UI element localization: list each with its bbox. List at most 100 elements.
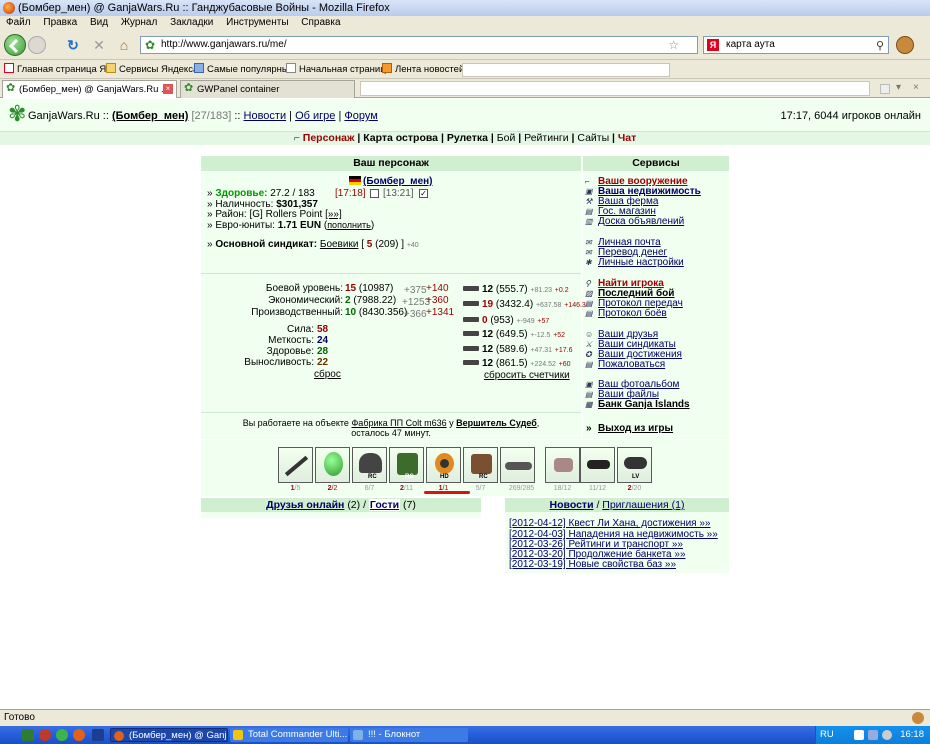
news-tab-link[interactable]: Новости xyxy=(550,499,594,511)
service-battle-log[interactable]: ▤ Протокол боёв xyxy=(585,308,667,319)
menu-file[interactable]: Файл xyxy=(6,16,31,30)
service-bank[interactable]: ▦ Банк Ganja Islands xyxy=(585,399,690,410)
inventory-slot-vest[interactable]: RC xyxy=(389,447,424,483)
factory-link[interactable]: Фабрика ПП Colt m636 xyxy=(351,418,446,428)
checkbox-1[interactable] xyxy=(370,189,379,198)
task-total-commander[interactable]: Total Commander Ulti... xyxy=(230,728,348,742)
site-logo-text[interactable]: GanjaWars.Ru xyxy=(28,110,100,122)
tab-scroll-icon[interactable] xyxy=(880,84,890,94)
home-icon[interactable]: ⌂ xyxy=(117,38,131,52)
stop-icon[interactable]: ✕ xyxy=(92,38,106,52)
news-item[interactable]: [2012-03-19] Новые свойства баз »» xyxy=(509,559,676,570)
invites-tab-link[interactable]: Приглашения (1) xyxy=(602,499,684,511)
inventory-slot-mask[interactable]: HD xyxy=(426,447,461,483)
total-commander-icon xyxy=(233,730,243,740)
forward-button[interactable] xyxy=(28,36,46,54)
menu-view[interactable]: Вид xyxy=(90,16,108,30)
attr-reset-link[interactable]: сброс xyxy=(314,369,341,380)
news-link[interactable]: Новости xyxy=(244,110,287,122)
gun-icon: ⌐ xyxy=(585,177,590,186)
production-level-value: 10 (8430.356) xyxy=(345,307,408,318)
quicklaunch-icon[interactable] xyxy=(22,729,34,741)
tray-icon[interactable] xyxy=(882,730,892,740)
service-settings[interactable]: ✱ Личные настройки xyxy=(585,257,684,268)
inventory-slot-goggles[interactable]: LV xyxy=(617,447,652,483)
menu-chat[interactable]: Чат xyxy=(618,132,636,144)
flag-icon xyxy=(349,176,361,185)
yandex-engine-icon[interactable]: Я xyxy=(707,39,719,51)
inventory-slot-boots[interactable]: RC xyxy=(463,447,498,483)
menu-help[interactable]: Справка xyxy=(301,16,340,30)
task-firefox[interactable]: (Бомбер_мен) @ Ganj... xyxy=(110,728,228,742)
tray-icon[interactable] xyxy=(854,730,864,740)
health-attr-value: 28 xyxy=(317,346,329,357)
url-field[interactable]: ✿ http://www.ganjawars.ru/me/ ☆ xyxy=(140,36,698,54)
chrome-icon[interactable] xyxy=(56,729,68,741)
character-header: Ваш персонаж xyxy=(201,156,581,171)
inventory-slot-balloon[interactable] xyxy=(315,447,350,483)
syndicate-link[interactable]: Боевики xyxy=(320,239,359,250)
search-field[interactable]: Я карта аута ⚲ xyxy=(703,36,889,54)
tab-gwpanel[interactable]: ✿ GWPanel container xyxy=(180,80,355,98)
firefox-quicklaunch-icon[interactable] xyxy=(73,729,85,741)
tab-ganjawars[interactable]: ✿ (Бомбер_мен) @ GanjaWars.Ru ... × xyxy=(2,80,177,98)
greasemonkey-icon[interactable] xyxy=(896,36,914,54)
service-complain[interactable]: ▤ Пожаловаться xyxy=(585,359,665,370)
news-item[interactable]: [2012-04-12] Квест Ли Хана, достижения »… xyxy=(509,518,710,529)
checkbox-2[interactable]: ✓ xyxy=(419,189,428,198)
friends-online-link[interactable]: Друзья онлайн xyxy=(266,499,344,511)
menu-roulette[interactable]: Рулетка xyxy=(447,132,488,144)
combat-level-label: Боевой уровень: xyxy=(265,283,343,294)
tray-icon[interactable] xyxy=(868,730,878,740)
search-icon[interactable]: ⚲ xyxy=(876,38,884,54)
bookmark-news-feed[interactable]: Лента новостей xyxy=(382,60,464,79)
inventory-slot-dumbbell[interactable] xyxy=(580,447,615,483)
close-tab-icon[interactable]: × xyxy=(163,84,173,94)
menu-sites[interactable]: Сайты xyxy=(577,132,609,144)
weapons-reset-link[interactable]: сбросить счетчики xyxy=(484,370,570,381)
opera-icon[interactable] xyxy=(39,729,51,741)
menu-tools[interactable]: Инструменты xyxy=(226,16,288,30)
inventory-slot-shotgun[interactable] xyxy=(278,447,313,483)
menu-character[interactable]: Персонаж xyxy=(303,132,355,144)
menu-ratings[interactable]: Рейтинги xyxy=(524,132,568,144)
boots-icon xyxy=(471,454,492,474)
language-indicator[interactable]: RU xyxy=(820,726,834,744)
forum-link[interactable]: Форум xyxy=(344,110,377,122)
balloon-icon xyxy=(324,452,343,476)
bookmark-yandex-services[interactable]: Сервисы Яндекса xyxy=(106,60,198,79)
status-bar: Готово xyxy=(0,709,930,726)
menu-edit[interactable]: Правка xyxy=(43,16,77,30)
bookmark-start-page[interactable]: Начальная страница xyxy=(286,60,391,79)
tab-list-icon[interactable]: ▾ xyxy=(896,82,901,93)
task-notepad[interactable]: !!! - Блокнот xyxy=(350,728,468,742)
inventory-slot-goat[interactable] xyxy=(545,447,580,483)
owner-link[interactable]: Вершитель Судеб xyxy=(456,418,537,428)
bookmark-most-visited[interactable]: Самые популярные xyxy=(194,60,294,79)
inventory-slot-helmet[interactable]: RC xyxy=(352,447,387,483)
endurance-value: 22 xyxy=(317,357,329,368)
character-name-link[interactable]: (Бомбер_мен) xyxy=(363,176,433,187)
header-user-link[interactable]: (Бомбер_мен) xyxy=(112,110,188,122)
service-board[interactable]: ▥ Доска объявлений xyxy=(585,216,684,227)
weapon-sniper-row: 12 (861.5) +224.52 +60 xyxy=(463,358,571,369)
reload-icon[interactable]: ↻ xyxy=(66,38,80,52)
bookmark-yandex-home[interactable]: Главная страница Я... xyxy=(4,60,114,79)
bookmark-star-icon[interactable]: ☆ xyxy=(668,37,679,53)
tab-close-all-icon[interactable]: × xyxy=(913,82,919,93)
inventory-slot-helicopter[interactable] xyxy=(500,447,535,483)
about-link[interactable]: Об игре xyxy=(295,110,335,122)
economic-level-value: 2 (7988.22) xyxy=(345,295,397,306)
menu-history[interactable]: Журнал xyxy=(121,16,158,30)
menu-island-map[interactable]: Карта острова xyxy=(363,132,438,144)
greasemonkey-status-icon[interactable] xyxy=(912,712,924,724)
quicklaunch-more-icon[interactable] xyxy=(92,729,104,741)
menu-bookmarks[interactable]: Закладки xyxy=(170,16,213,30)
exit-link[interactable]: Выход из игры xyxy=(598,423,673,434)
topup-link[interactable]: пополнить xyxy=(327,220,371,230)
district-more-link[interactable]: [»»] xyxy=(325,209,342,220)
guests-link[interactable]: Гости xyxy=(368,499,401,511)
helmet-icon xyxy=(359,453,382,473)
menu-battle[interactable]: Бой xyxy=(497,132,516,144)
back-button[interactable] xyxy=(4,34,26,56)
